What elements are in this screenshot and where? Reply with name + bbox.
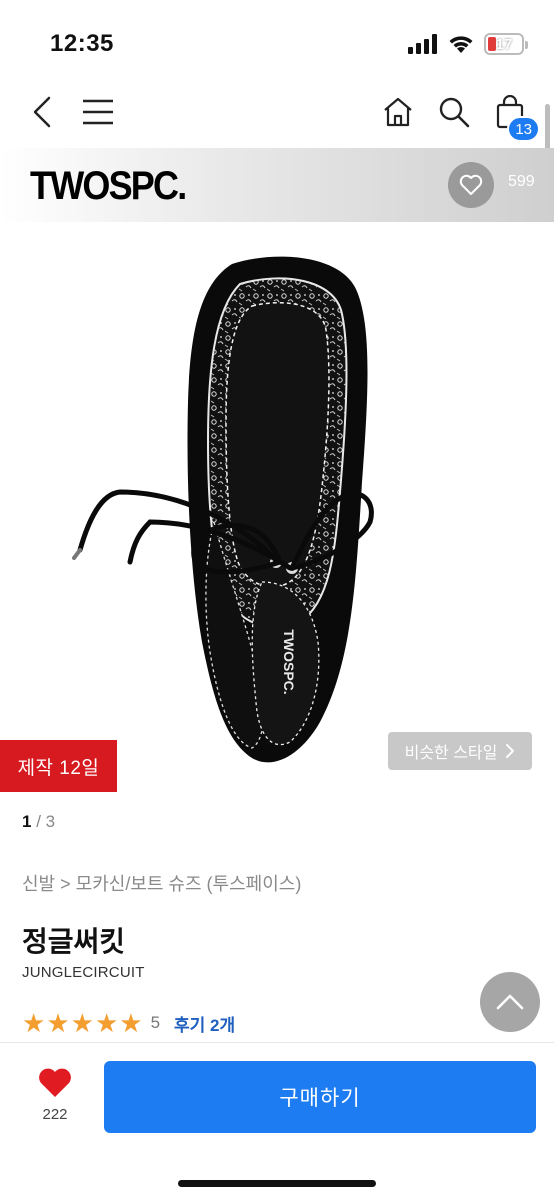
image-counter: 1 / 3 xyxy=(22,812,55,832)
battery-level: 17 xyxy=(495,35,513,53)
home-icon xyxy=(384,97,412,127)
heart-filled-icon xyxy=(39,1068,71,1097)
product-image[interactable]: TWOSPC. xyxy=(0,222,554,794)
bottom-action-bar: 222 구매하기 xyxy=(0,1042,554,1200)
rating-row: ★ ★ ★ ★ ★ 5 후기 2개 xyxy=(22,1010,235,1036)
wish-button[interactable]: 222 xyxy=(28,1067,82,1123)
menu-button[interactable] xyxy=(76,90,120,134)
status-time: 12:35 xyxy=(50,30,114,57)
product-shoe-image: TWOSPC. xyxy=(72,256,374,763)
nav-bar: 13 xyxy=(0,80,554,146)
star-icon: ★ xyxy=(119,1008,143,1038)
search-button[interactable] xyxy=(432,90,476,134)
product-subtitle: JUNGLECIRCUIT xyxy=(22,964,145,981)
status-bar: 12:35 17 xyxy=(0,0,554,80)
hamburger-menu-icon xyxy=(83,99,113,125)
home-button[interactable] xyxy=(376,90,420,134)
chevron-right-icon xyxy=(506,744,515,758)
wish-count: 222 xyxy=(42,1106,68,1123)
cellular-signal-icon xyxy=(408,34,437,54)
brand-like-button[interactable] xyxy=(448,162,494,208)
star-icon: ★ xyxy=(22,1008,46,1038)
heart-outline-icon xyxy=(459,174,483,195)
battery-icon: 17 xyxy=(484,33,528,55)
status-icons: 17 xyxy=(408,30,528,58)
brand-like-count: 599 xyxy=(508,173,535,190)
similar-style-button[interactable]: 비슷한 스타일 xyxy=(388,732,532,770)
star-icon: ★ xyxy=(94,1008,119,1038)
rating-stars: ★ ★ ★ ★ ★ xyxy=(22,1010,143,1036)
image-counter-total: 3 xyxy=(45,812,56,831)
scroll-to-top-button[interactable] xyxy=(480,972,540,1032)
star-icon: ★ xyxy=(70,1008,94,1038)
buy-button[interactable]: 구매하기 xyxy=(104,1061,536,1133)
cart-button[interactable]: 13 xyxy=(488,90,540,142)
wifi-icon xyxy=(449,36,473,53)
home-indicator xyxy=(178,1180,376,1187)
insole-logo: TWOSPC. xyxy=(281,629,297,694)
product-title: 정글써킷 xyxy=(22,926,126,957)
breadcrumb[interactable]: 신발 > 모카신/보트 슈즈 (투스페이스) xyxy=(22,870,301,896)
production-days-badge: 제작 12일 xyxy=(0,740,117,792)
review-link[interactable]: 후기 2개 xyxy=(174,1011,235,1036)
chevron-left-icon xyxy=(33,96,51,128)
rating-score: 5 xyxy=(150,1013,161,1032)
back-button[interactable] xyxy=(20,90,64,134)
star-icon: ★ xyxy=(46,1008,70,1038)
image-counter-separator: / xyxy=(31,812,46,831)
cart-count-badge: 13 xyxy=(507,116,540,142)
chevron-up-icon xyxy=(496,994,524,1010)
search-icon xyxy=(439,97,470,128)
brand-bar[interactable]: TWOSPC. 599 xyxy=(0,148,554,222)
similar-style-label: 비슷한 스타일 xyxy=(404,745,498,762)
brand-name[interactable]: TWOSPC. xyxy=(30,164,187,209)
